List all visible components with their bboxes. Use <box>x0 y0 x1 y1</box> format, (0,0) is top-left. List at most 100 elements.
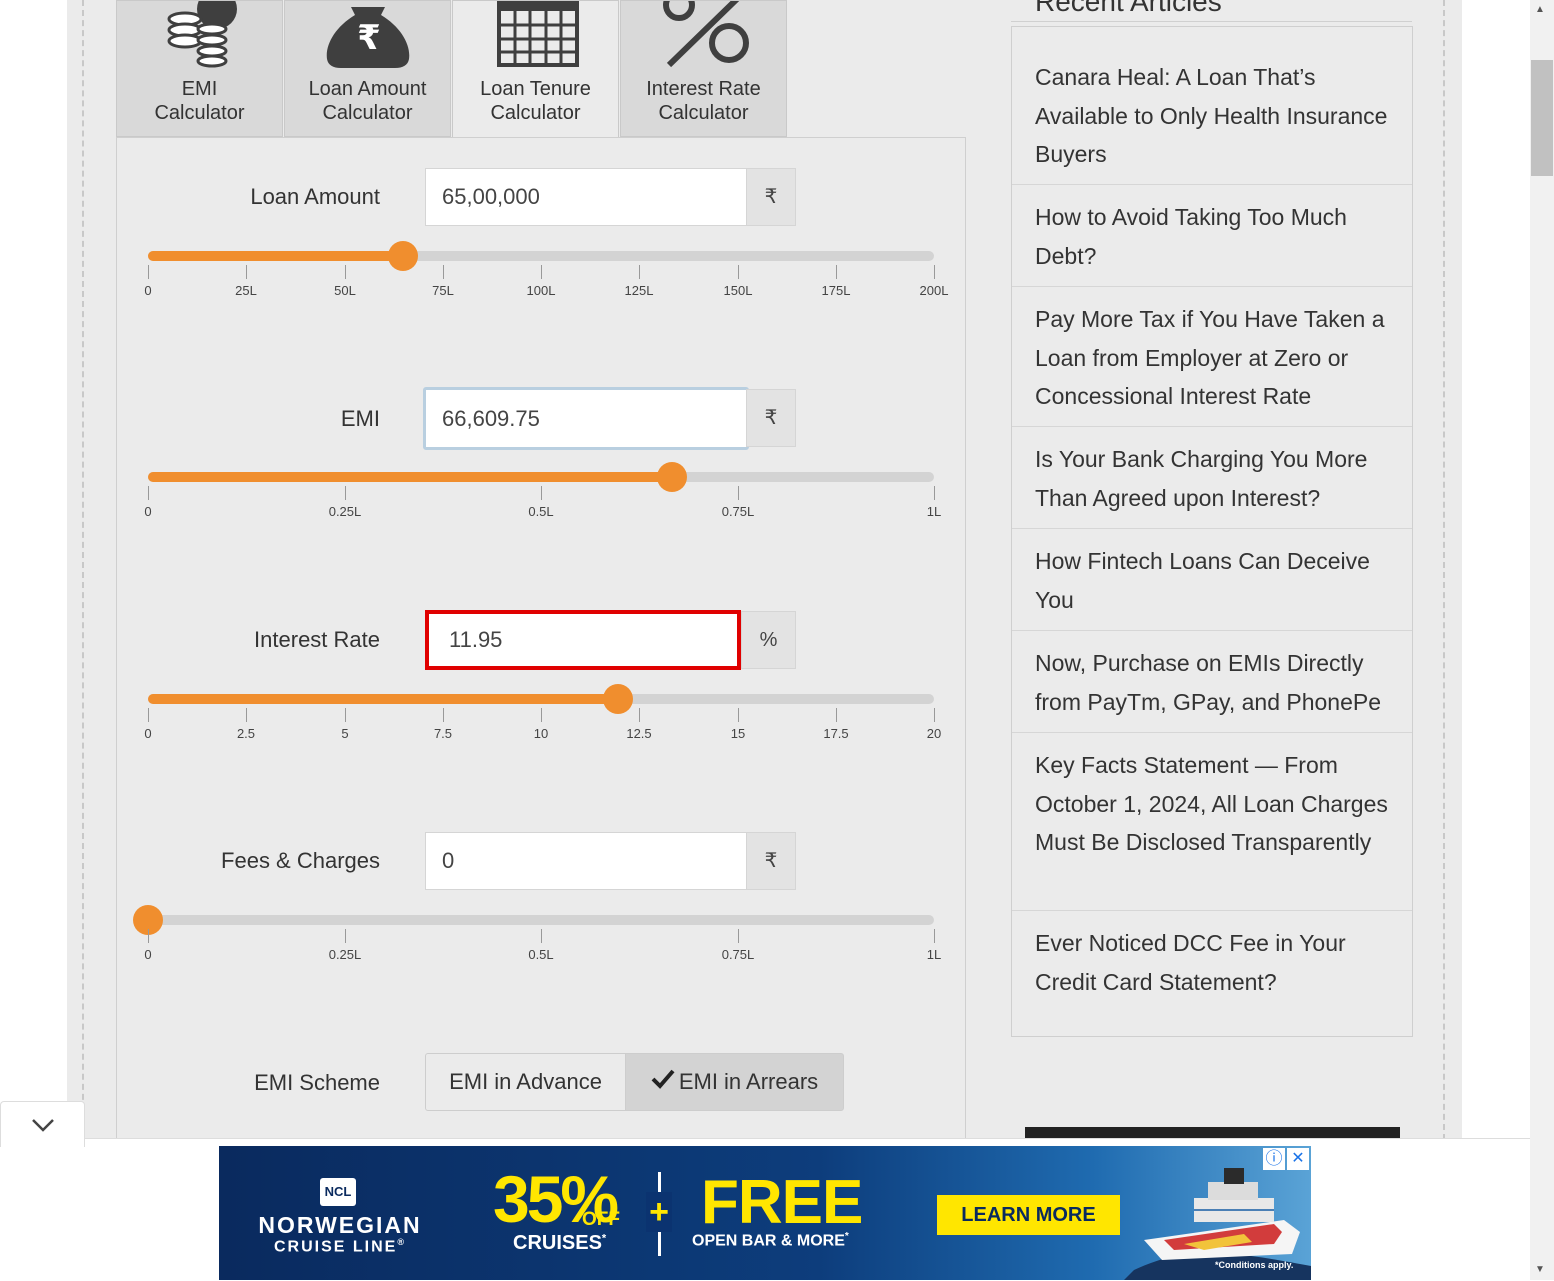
slider-tick-label: 20 <box>926 726 942 741</box>
slider-tick <box>738 486 739 500</box>
slider-tick <box>934 265 935 279</box>
interest-rate-label: Interest Rate <box>254 627 380 652</box>
interest-rate-slider[interactable]: 0 2.5 5 7.5 10 12.5 15 17.5 20 <box>144 684 941 741</box>
slider-tick-label: 1L <box>926 504 942 519</box>
slider-tick-label: 150L <box>723 283 753 298</box>
cruise-ad-banner[interactable]: NCL NORWEGIAN CRUISE LINE® 35% OFF CRUIS… <box>219 1146 1311 1280</box>
loan-amount-slider[interactable]: 0 25L 50L 75L 100L 125L 150L 175L 200L <box>144 241 948 298</box>
slider-tick <box>345 708 346 722</box>
slider-tick <box>443 265 444 279</box>
slider-handle[interactable] <box>388 241 418 271</box>
slider-tick-label: 0.25L <box>328 504 362 519</box>
slider-tick <box>541 486 542 500</box>
ad-close-icon[interactable]: ✕ <box>1287 1148 1309 1170</box>
slider-tick <box>246 708 247 722</box>
calendar-icon <box>453 0 618 71</box>
slider-tick <box>345 486 346 500</box>
tab-loan-amount-calculator[interactable]: ₹ Loan Amount Calculator <box>284 0 451 137</box>
slider-handle[interactable] <box>603 684 633 714</box>
emi-in-advance-button[interactable]: EMI in Advance <box>425 1053 626 1111</box>
rupee-bag-icon: ₹ <box>285 1 450 71</box>
tab-label: Loan Amount Calculator <box>308 78 427 124</box>
fees-charges-input[interactable] <box>425 832 747 890</box>
rupee-unit-addon: ₹ <box>746 168 796 226</box>
slider-tick-label: 12.5 <box>626 726 652 741</box>
percent-unit-addon: % <box>741 611 796 669</box>
fees-charges-slider[interactable]: 0 0.25L 0.5L 0.75L 1L <box>133 905 941 962</box>
scrollbar-thumb[interactable] <box>1531 60 1553 176</box>
slider-tick <box>738 708 739 722</box>
arrears-label: EMI in Arrears <box>678 1069 819 1094</box>
rupee-unit-addon: ₹ <box>746 389 796 447</box>
slider-tick <box>639 265 640 279</box>
emi-slider[interactable]: 0 0.25L 0.5L 0.75L 1L <box>144 462 941 519</box>
slider-tick-label: 1L <box>926 947 942 962</box>
percent-icon <box>621 0 786 71</box>
ad-discount-sub: CRUISES* <box>513 1232 607 1254</box>
slider-fill <box>148 472 672 482</box>
slider-tick <box>246 265 247 279</box>
slider-tick-label: 50L <box>334 283 356 298</box>
slider-tick-label: 15 <box>730 726 746 741</box>
ad-brand-sub: CRUISE LINE® <box>274 1237 406 1256</box>
slider-tick-label: 75L <box>432 283 454 298</box>
tab-loan-tenure-calculator[interactable]: Loan Tenure Calculator <box>452 0 619 138</box>
slider-tick <box>836 265 837 279</box>
slider-tick-label: 125L <box>624 283 654 298</box>
article-link[interactable]: How Fintech Loans Can Deceive You <box>1012 542 1412 631</box>
scrollbar[interactable] <box>1530 0 1554 1280</box>
article-link[interactable]: Pay More Tax if You Have Taken a Loan fr… <box>1012 300 1412 427</box>
slider-tick <box>541 265 542 279</box>
ad-collapse-button[interactable] <box>0 1101 85 1147</box>
slider-tick <box>836 708 837 722</box>
article-link[interactable]: Is Your Bank Charging You More Than Agre… <box>1012 440 1412 529</box>
slider-tick-label: 175L <box>821 283 851 298</box>
article-link[interactable]: Key Facts Statement — From October 1, 20… <box>1012 746 1412 911</box>
slider-tick-label: 25L <box>235 283 257 298</box>
slider-tick <box>345 929 346 943</box>
slider-tick-label: 200L <box>919 283 949 298</box>
interest-rate-input[interactable] <box>425 610 741 670</box>
loan-amount-input[interactable] <box>425 168 747 226</box>
slider-tick <box>934 486 935 500</box>
ad-brand-name: NORWEGIAN <box>258 1212 422 1238</box>
fees-charges-label: Fees & Charges <box>221 848 380 873</box>
tab-emi-calculator[interactable]: EMI Calculator <box>116 0 283 137</box>
slider-tick-label: 10 <box>533 726 549 741</box>
coins-icon <box>117 0 282 71</box>
learn-more-button[interactable]: LEARN MORE <box>937 1195 1120 1235</box>
ad-free-sub: OPEN BAR & MORE* <box>692 1231 849 1250</box>
slider-tick <box>148 929 149 943</box>
tab-label: Loan Tenure Calculator <box>480 78 591 124</box>
slider-tick <box>148 708 149 722</box>
slider-tick-label: 17.5 <box>823 726 849 741</box>
tab-interest-rate-calculator[interactable]: Interest Rate Calculator <box>620 0 787 137</box>
slider-tick-label: 0 <box>144 947 152 962</box>
ad-info-icon[interactable]: ⓘ <box>1263 1148 1285 1170</box>
slider-tick <box>541 708 542 722</box>
scroll-up-arrow-icon[interactable]: ▲ <box>1535 4 1545 15</box>
slider-tick <box>738 265 739 279</box>
slider-tick-label: 0.75L <box>721 504 755 519</box>
slider-tick-label: 0.5L <box>528 947 554 962</box>
ad-free: FREE <box>701 1168 863 1237</box>
slider-tick <box>934 929 935 943</box>
slider-tick-label: 0 <box>144 726 152 741</box>
article-link[interactable]: Now, Purchase on EMIs Directly from PayT… <box>1012 644 1412 733</box>
left-dashed-border <box>82 0 84 1140</box>
slider-handle[interactable] <box>657 462 687 492</box>
slider-tick <box>738 929 739 943</box>
scroll-down-arrow-icon[interactable]: ▼ <box>1535 1264 1545 1275</box>
slider-tick <box>345 265 346 279</box>
article-link[interactable]: Canara Heal: A Loan That’s Available to … <box>1012 58 1412 185</box>
emi-in-arrears-button[interactable]: EMI in Arrears <box>625 1053 844 1111</box>
emi-input[interactable] <box>423 387 749 450</box>
rupee-unit-addon: ₹ <box>746 832 796 890</box>
article-link[interactable]: How to Avoid Taking Too Much Debt? <box>1012 198 1412 287</box>
slider-tick-label: 0.5L <box>528 504 554 519</box>
slider-tick <box>148 486 149 500</box>
chevron-down-icon <box>28 1119 58 1144</box>
tab-label: EMI Calculator <box>154 78 245 124</box>
article-link[interactable]: Ever Noticed DCC Fee in Your Credit Card… <box>1012 924 1412 1013</box>
slider-tick-label: 5 <box>341 726 349 741</box>
